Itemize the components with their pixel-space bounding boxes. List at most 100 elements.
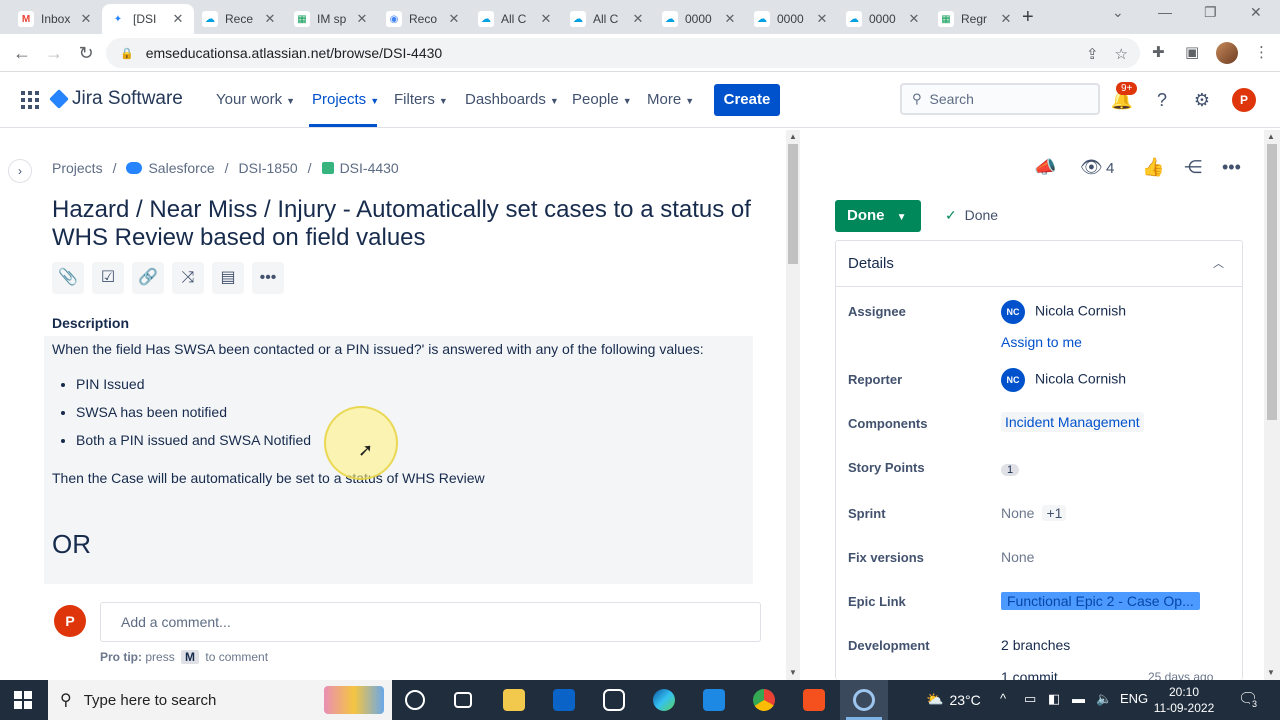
components-value[interactable]: Incident Management — [1001, 412, 1144, 432]
link-issue-icon[interactable]: 🔗 — [132, 262, 164, 294]
development-branches[interactable]: 2 branches — [1001, 637, 1070, 653]
more-options-icon[interactable]: ••• — [1222, 157, 1241, 178]
assignee-value[interactable]: NC Nicola Cornish — [1001, 300, 1126, 324]
search-input[interactable]: ⚲ Search — [900, 83, 1100, 115]
issue-title[interactable]: Hazard / Near Miss / Injury - Automatica… — [52, 196, 764, 252]
bookmark-star-icon[interactable]: ☆ — [1115, 45, 1128, 63]
browser-tab-gmail[interactable]: M Inbox ✕ — [10, 4, 102, 34]
chrome-menu-icon[interactable]: ⋮ — [1254, 43, 1269, 61]
back-icon[interactable]: ← — [10, 41, 34, 65]
settings-gear-icon[interactable]: ⚙ — [1190, 88, 1214, 112]
screen-recorder-icon[interactable] — [853, 689, 875, 711]
system-clock[interactable]: 20:10 11-09-2022 — [1152, 684, 1216, 716]
more-actions-icon[interactable]: ••• — [252, 262, 284, 294]
watch-eye-icon[interactable]: 👁 — [1080, 157, 1103, 178]
new-tab-icon[interactable]: + — [1022, 6, 1034, 29]
close-icon[interactable]: ✕ — [446, 11, 462, 27]
action-center-icon[interactable]: 🗨 3 — [1238, 689, 1260, 709]
scroll-up-icon[interactable]: ▲ — [1267, 132, 1275, 141]
scrollbar-thumb[interactable] — [1267, 144, 1277, 420]
url-field[interactable]: 🔒 emseducationsa.atlassian.net/browse/DS… — [106, 38, 1140, 68]
cortana-icon[interactable] — [405, 690, 425, 710]
add-content-icon[interactable]: ▤ — [212, 262, 244, 294]
scrollbar-thumb[interactable] — [788, 144, 798, 264]
edge-icon[interactable] — [653, 689, 675, 711]
breadcrumb-project[interactable]: Salesforce — [148, 160, 214, 176]
close-icon[interactable]: ✕ — [354, 11, 370, 27]
language-indicator[interactable]: ENG — [1120, 691, 1148, 706]
scroll-down-icon[interactable]: ▼ — [789, 668, 797, 677]
browser-tab-record[interactable]: ◉ Reco ✕ — [378, 4, 470, 34]
restore-icon[interactable]: ❐ — [1204, 4, 1217, 21]
nav-more[interactable]: More ▼ — [647, 91, 694, 108]
tray-chevron-icon[interactable]: ^ — [1000, 691, 1006, 706]
watch-count[interactable]: 4 — [1106, 160, 1114, 177]
close-window-icon[interactable]: ✕ — [1250, 4, 1262, 21]
meet-now-icon[interactable]: ◧ — [1048, 691, 1060, 707]
minimize-icon[interactable]: — — [1158, 4, 1172, 20]
reporter-value[interactable]: NC Nicola Cornish — [1001, 368, 1126, 392]
nav-your-work[interactable]: Your work ▼ — [216, 91, 295, 108]
browser-tab-salesforce[interactable]: ☁ All C ✕ — [562, 4, 654, 34]
scroll-up-icon[interactable]: ▲ — [789, 132, 797, 141]
nav-projects[interactable]: Projects ▼ — [312, 91, 379, 108]
scroll-down-icon[interactable]: ▼ — [1267, 668, 1275, 677]
chrome-icon[interactable] — [753, 689, 775, 711]
browser-tab-sheets[interactable]: ▦ IM sp ✕ — [286, 4, 378, 34]
chevron-up-icon[interactable]: ︿ — [1213, 241, 1224, 287]
browser-tab-salesforce[interactable]: ☁ 0000 ✕ — [654, 4, 746, 34]
side-panel-icon[interactable]: ▣ — [1185, 43, 1199, 61]
close-icon[interactable]: ✕ — [630, 11, 646, 27]
tab-search-icon[interactable]: ⌄ — [1112, 4, 1124, 21]
story-points-value[interactable]: 1 — [1001, 460, 1020, 476]
description-field[interactable]: When the field Has SWSA been contacted o… — [44, 336, 753, 584]
share-icon[interactable]: ⋲ — [1184, 157, 1202, 178]
epic-link-value[interactable]: Functional Epic 2 - Case Op... — [1001, 592, 1200, 610]
browser-tab-salesforce[interactable]: ☁ 0000 ✕ — [746, 4, 838, 34]
tray-app-icon[interactable]: ▭ — [1024, 691, 1036, 707]
expand-sidebar-button[interactable]: › — [8, 159, 32, 183]
add-comment-input[interactable]: Add a comment... — [100, 602, 761, 642]
app-switcher-icon[interactable] — [21, 91, 39, 109]
details-header[interactable]: Details ︿ — [836, 241, 1242, 287]
sprint-more-badge[interactable]: +1 — [1042, 505, 1067, 521]
file-explorer-icon[interactable] — [503, 689, 525, 711]
browser-tab-sheets[interactable]: ▦ Regr ✕ — [930, 4, 1022, 34]
recorder-icon[interactable] — [803, 689, 825, 711]
profile-avatar[interactable]: P — [1232, 88, 1256, 112]
store-icon[interactable] — [703, 689, 725, 711]
browser-tab-salesforce[interactable]: ☁ Rece ✕ — [194, 4, 286, 34]
close-icon[interactable]: ✕ — [722, 11, 738, 27]
close-icon[interactable]: ✕ — [170, 11, 186, 27]
taskbar-search-input[interactable]: ⚲ Type here to search — [48, 680, 392, 720]
windows-start-icon[interactable] — [14, 691, 32, 709]
close-icon[interactable]: ✕ — [262, 11, 278, 27]
details-scrollbar[interactable]: ▲ ▼ — [1264, 130, 1280, 680]
nav-people[interactable]: People ▼ — [572, 91, 632, 108]
help-icon[interactable]: ? — [1150, 88, 1174, 112]
share-icon[interactable]: ⇪ — [1086, 45, 1099, 63]
battery-icon[interactable]: ▬ — [1072, 691, 1085, 706]
browser-tab-salesforce[interactable]: ☁ 0000 ✕ — [838, 4, 930, 34]
close-icon[interactable]: ✕ — [998, 11, 1014, 27]
feedback-megaphone-icon[interactable]: 📣 — [1034, 157, 1056, 178]
status-dropdown-button[interactable]: Done ▼ — [835, 200, 921, 232]
nav-filters[interactable]: Filters ▼ — [394, 91, 448, 108]
breadcrumb-issue-key[interactable]: DSI-4430 — [340, 160, 399, 176]
vpn-app-icon[interactable] — [603, 689, 625, 711]
jira-logo[interactable]: Jira Software — [49, 88, 183, 110]
extensions-icon[interactable]: ✚ — [1152, 43, 1165, 61]
add-child-issue-icon[interactable]: ☑ — [92, 262, 124, 294]
nav-dashboards[interactable]: Dashboards ▼ — [465, 91, 559, 108]
close-icon[interactable]: ✕ — [814, 11, 830, 27]
attach-icon[interactable]: 📎 — [52, 262, 84, 294]
shuffle-icon[interactable]: ⤨ — [172, 262, 204, 294]
mail-icon[interactable] — [553, 689, 575, 711]
fix-versions-value[interactable]: None — [1001, 549, 1034, 565]
sprint-value[interactable]: None +1 — [1001, 505, 1067, 521]
thumbs-up-icon[interactable]: 👍 — [1142, 157, 1164, 178]
close-icon[interactable]: ✕ — [906, 11, 922, 27]
development-commit[interactable]: 1 commit — [1001, 669, 1058, 680]
chrome-profile-avatar[interactable] — [1216, 42, 1238, 64]
browser-tab-salesforce[interactable]: ☁ All C ✕ — [470, 4, 562, 34]
